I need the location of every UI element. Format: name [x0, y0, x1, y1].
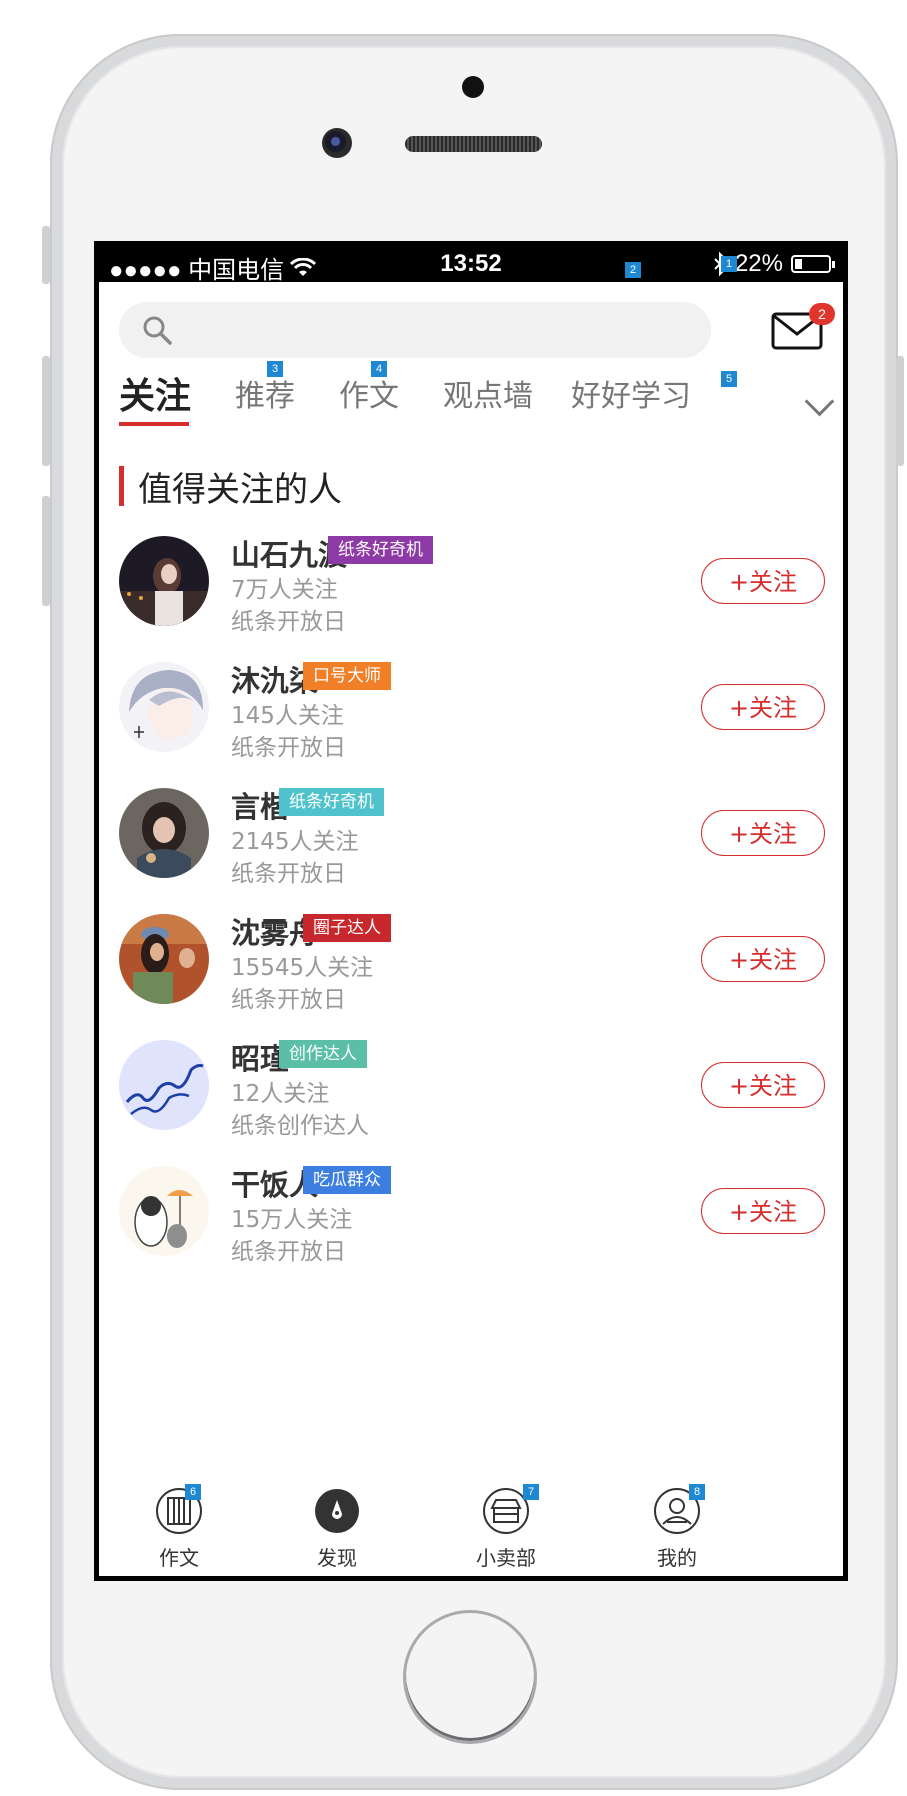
tab-essay[interactable]: 作文 [339, 371, 399, 415]
mail-unread-badge: 2 [809, 303, 835, 325]
search-marker: 2 [625, 262, 641, 278]
person-note: 纸条开放日 [231, 861, 346, 887]
follower-count: 2145人关注 [231, 829, 359, 855]
follow-button[interactable]: +关注 [701, 684, 825, 730]
list-item: 干饭人 吃瓜群众 15万人关注 纸条开放日 +关注 [99, 1166, 843, 1276]
volume-down-button [42, 496, 50, 606]
person-note: 纸条开放日 [231, 987, 346, 1013]
category-tabs: 关注 推荐 3 作文 4 观点墙 好好学习 5 [99, 361, 843, 431]
person-badge: 吃瓜群众 [303, 1166, 391, 1194]
person-badge: 创作达人 [279, 1040, 367, 1068]
nav-label: 发现 [317, 1546, 357, 1570]
follower-count: 12人关注 [231, 1081, 330, 1107]
avatar[interactable] [119, 536, 209, 626]
app-screen: ●●●●● 中国电信 13:52 22% 2 2 1 关注 推荐 3 作文 4 … [94, 241, 848, 1581]
bottom-nav: 作文 6 发现 小卖部 7 我的 8 [99, 1484, 843, 1576]
list-item: 言楷 纸条好奇机 2145人关注 纸条开放日 +关注 [99, 788, 843, 898]
front-camera [322, 128, 352, 158]
avatar[interactable] [119, 914, 209, 1004]
mail-marker: 1 [721, 256, 737, 272]
follow-button[interactable]: +关注 [701, 558, 825, 604]
power-button [896, 356, 904, 466]
nav-label: 小卖部 [476, 1546, 536, 1570]
list-item: 山石九渡 纸条好奇机 7万人关注 纸条开放日 +关注 [99, 536, 843, 646]
proximity-sensor [462, 76, 484, 98]
person-badge: 纸条好奇机 [328, 536, 433, 564]
avatar[interactable] [119, 788, 209, 878]
person-note: 纸条开放日 [231, 1239, 346, 1265]
avatar[interactable] [119, 1166, 209, 1256]
section-title: 值得关注的人 [119, 466, 342, 510]
person-badge: 圈子达人 [303, 914, 391, 942]
battery-percent: 22% [734, 250, 783, 277]
follower-count: 7万人关注 [231, 577, 338, 603]
section-title-text: 值得关注的人 [138, 469, 342, 510]
follow-button[interactable]: +关注 [701, 1062, 825, 1108]
search-icon [143, 316, 172, 345]
compass-icon [315, 1489, 359, 1533]
follow-button[interactable]: +关注 [701, 1188, 825, 1234]
earpiece-speaker [405, 136, 542, 152]
nav-item-shop[interactable]: 小卖部 [446, 1486, 566, 1571]
nav-shop-marker: 7 [523, 1484, 539, 1500]
person-note: 纸条开放日 [231, 735, 346, 761]
nav-profile-marker: 8 [689, 1484, 705, 1500]
follower-count: 15545人关注 [231, 955, 374, 981]
chevron-down-icon[interactable] [804, 386, 835, 417]
active-tab-indicator [119, 422, 189, 426]
nav-item-discover[interactable]: 发现 [277, 1486, 397, 1571]
volume-up-button [42, 356, 50, 466]
nav-essay-marker: 6 [185, 1484, 201, 1500]
battery-icon [791, 255, 835, 273]
tab-recommend[interactable]: 推荐 [235, 371, 295, 415]
nav-label: 作文 [159, 1546, 199, 1570]
nav-item-profile[interactable]: 我的 [617, 1486, 737, 1571]
person-note: 纸条创作达人 [231, 1113, 369, 1139]
tabs-more-marker: 5 [721, 371, 737, 387]
follow-button[interactable]: +关注 [701, 936, 825, 982]
avatar[interactable] [119, 1040, 209, 1130]
home-button[interactable] [403, 1610, 537, 1744]
list-item: 沐氿柒 口号大师 145人关注 纸条开放日 +关注 [99, 662, 843, 772]
nav-label: 我的 [657, 1546, 697, 1570]
person-note: 纸条开放日 [231, 609, 346, 635]
tab-recommend-marker: 3 [267, 361, 283, 377]
tab-follow[interactable]: 关注 [119, 367, 191, 419]
tab-opinion-wall[interactable]: 观点墙 [443, 371, 533, 415]
mute-switch [42, 226, 50, 284]
follower-count: 145人关注 [231, 703, 344, 729]
list-item: 昭瑾 创作达人 12人关注 纸条创作达人 +关注 [99, 1040, 843, 1150]
section-title-bar [119, 466, 124, 506]
list-item: 沈雾舟 圈子达人 15545人关注 纸条开放日 +关注 [99, 914, 843, 1024]
avatar[interactable] [119, 662, 209, 752]
follow-button[interactable]: +关注 [701, 810, 825, 856]
nav-item-essay[interactable]: 作文 [119, 1486, 239, 1571]
search-bar[interactable] [119, 302, 711, 358]
follower-count: 15万人关注 [231, 1207, 353, 1233]
tab-essay-marker: 4 [371, 361, 387, 377]
person-badge: 纸条好奇机 [279, 788, 384, 816]
person-badge: 口号大师 [303, 662, 391, 690]
tab-study[interactable]: 好好学习 [571, 371, 691, 415]
